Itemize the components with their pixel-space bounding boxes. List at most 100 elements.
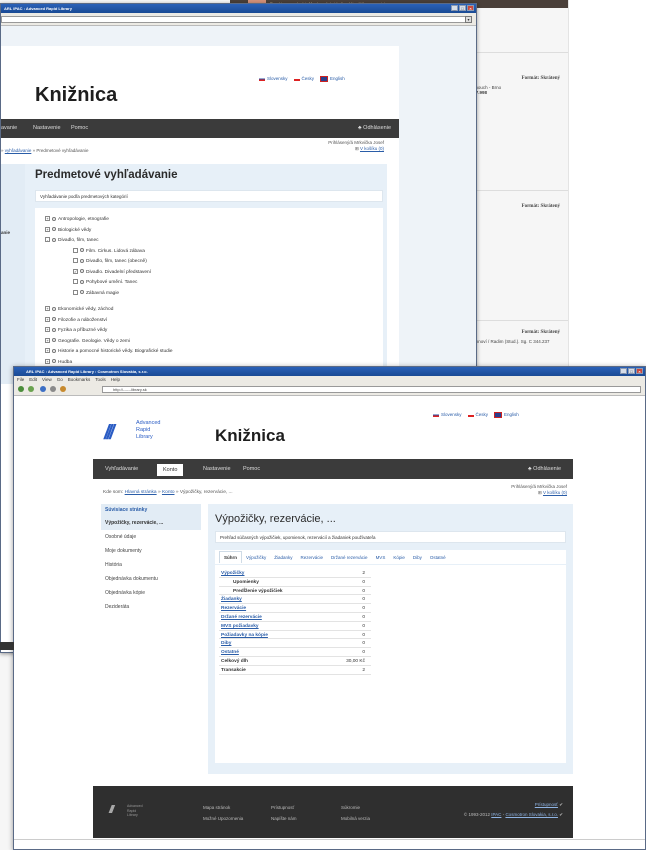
tree-checkbox[interactable]: -: [45, 237, 50, 242]
home-icon[interactable]: [60, 386, 66, 392]
sidebar-item-loans[interactable]: Výpožičky, rezervácie, ...: [101, 516, 201, 530]
footer-link-privacy[interactable]: Súkromie: [341, 802, 370, 813]
lang-english[interactable]: English: [320, 76, 345, 82]
window-titlebar[interactable]: ARL IPAC : Advanced Rapid Library _ □ ×: [1, 4, 476, 13]
lang-slovensky[interactable]: Slovensky: [259, 76, 288, 82]
menu-item-view[interactable]: View: [42, 376, 52, 384]
address-field[interactable]: http://------library.sk: [102, 386, 641, 393]
tree-checkbox[interactable]: +: [45, 348, 50, 353]
window-titlebar[interactable]: ARL IPAC : Advanced Rapid Library : Cosm…: [14, 367, 645, 376]
footer-ipac-link[interactable]: IPAC: [491, 812, 501, 817]
nav-settings[interactable]: Nastavenie: [203, 466, 231, 472]
tree-checkbox[interactable]: +: [45, 306, 50, 311]
stop-icon[interactable]: [50, 386, 56, 392]
row-label[interactable]: Ostatné: [221, 650, 239, 655]
minimize-button[interactable]: _: [620, 368, 627, 374]
magnifier-icon[interactable]: [52, 359, 56, 363]
logout-button[interactable]: ♣ Odhlásenie: [528, 466, 561, 472]
sidebar-item-selected[interactable]: anie: [1, 230, 10, 235]
sidebar-item-order-copy[interactable]: Objednávka kópie: [101, 586, 201, 600]
tree-checkbox[interactable]: +: [45, 327, 50, 332]
lang-english[interactable]: English: [494, 412, 519, 418]
nav-search[interactable]: Vyhľadávanie: [105, 466, 138, 472]
tree-item[interactable]: Divadlo, film, tanec (obecně): [73, 258, 147, 264]
maximize-button[interactable]: □: [628, 368, 635, 374]
tree-checkbox[interactable]: +: [45, 316, 50, 322]
footer-link-contact[interactable]: Napíšte nám: [271, 813, 297, 824]
close-button[interactable]: ×: [467, 5, 474, 11]
tree-item[interactable]: + Hudba: [45, 358, 72, 364]
tree-checkbox[interactable]: [73, 258, 78, 263]
footer-accessibility-link[interactable]: Prístupnosť ✔: [535, 802, 563, 808]
magnifier-icon[interactable]: [52, 237, 56, 242]
dropdown-icon[interactable]: ▾: [465, 16, 472, 23]
tab-5[interactable]: MVS: [372, 552, 390, 563]
lang-slovensky[interactable]: Slovensky: [433, 412, 462, 418]
footer-link-notifications[interactable]: Možné Upozornenia: [203, 813, 243, 824]
row-label[interactable]: Požiadavky na kópie: [221, 633, 268, 638]
magnifier-icon[interactable]: [52, 348, 56, 353]
basket-link[interactable]: V košíku (0): [543, 490, 567, 495]
nav-help[interactable]: Pomoc: [243, 466, 260, 472]
close-button[interactable]: ×: [636, 368, 643, 374]
footer-cosmotron-link[interactable]: Cosmotron Slovakia, s.r.o.: [505, 812, 558, 817]
row-label[interactable]: MVS požiadavky: [221, 624, 259, 629]
magnifier-icon[interactable]: [52, 306, 56, 311]
magnifier-icon[interactable]: [80, 279, 84, 284]
magnifier-icon[interactable]: [52, 317, 56, 321]
magnifier-icon[interactable]: [80, 290, 84, 294]
breadcrumb-home[interactable]: Hlavná stránka: [125, 490, 157, 495]
minimize-button[interactable]: _: [451, 5, 458, 11]
tree-item[interactable]: + Geografie. Geologie. Vědy o zemi: [45, 337, 130, 343]
magnifier-icon[interactable]: [80, 258, 84, 263]
reload-icon[interactable]: [40, 386, 46, 392]
tab-6[interactable]: Kópie: [389, 552, 409, 563]
tree-checkbox[interactable]: +: [45, 226, 50, 232]
tree-checkbox[interactable]: +: [45, 358, 50, 364]
tree-item[interactable]: - Divadlo, film, tanec: [45, 237, 99, 243]
lang-cesky[interactable]: Česky: [468, 412, 489, 418]
tab-2[interactable]: Žiadanky: [270, 552, 296, 563]
tree-checkbox[interactable]: [73, 247, 78, 253]
magnifier-icon[interactable]: [52, 338, 56, 342]
back-icon[interactable]: [18, 386, 24, 392]
tree-checkbox[interactable]: ✓: [73, 268, 78, 274]
nav-search[interactable]: avanie: [1, 125, 17, 131]
tab-7[interactable]: Diby: [409, 552, 426, 563]
menu-item-go[interactable]: Go: [57, 376, 63, 384]
magnifier-icon[interactable]: [52, 327, 56, 332]
sidebar-item-order-document[interactable]: Objednávka dokumentu: [101, 572, 201, 586]
tree-checkbox[interactable]: +: [45, 337, 50, 343]
tab-4[interactable]: Držané rezervácie: [327, 552, 372, 563]
row-label[interactable]: Výpožičky: [221, 571, 244, 576]
sidebar-item-personal[interactable]: Osobné údaje: [101, 530, 201, 544]
nav-settings[interactable]: Nastavenie: [33, 125, 61, 131]
magnifier-icon[interactable]: [80, 248, 84, 252]
menu-item-bookmarks[interactable]: Bookmarks: [68, 376, 91, 384]
footer-link-mobile[interactable]: Mobilná verzia: [341, 813, 370, 824]
forward-icon[interactable]: [28, 386, 34, 392]
tree-item[interactable]: + Filozofie a náboženství: [45, 316, 107, 322]
tree-item[interactable]: Film. Cirkus. Lidová zábava: [73, 247, 145, 253]
row-label[interactable]: Držané rezervácie: [221, 615, 262, 620]
menu-item-help[interactable]: Help: [111, 376, 120, 384]
sidebar-item-desiderata[interactable]: Dezideráta: [101, 600, 201, 614]
address-field[interactable]: [1, 16, 472, 23]
tab-3[interactable]: Rezervácie: [297, 552, 328, 563]
sidebar-item-documents[interactable]: Moje dokumenty: [101, 544, 201, 558]
row-label[interactable]: Diby: [221, 641, 231, 646]
magnifier-icon[interactable]: [80, 269, 84, 273]
tab-8[interactable]: Ostatné: [426, 552, 450, 563]
lang-cesky[interactable]: Česky: [294, 76, 315, 82]
tree-item[interactable]: Pohybové umění. Tanec: [73, 279, 137, 285]
sidebar-item-history[interactable]: História: [101, 558, 201, 572]
tree-item[interactable]: + Biologické vědy: [45, 226, 91, 232]
logout-button[interactable]: ♣ Odhlásenie: [358, 125, 391, 131]
tree-item[interactable]: + Fyzika a příbuzné vědy: [45, 327, 107, 333]
menu-item-file[interactable]: File: [17, 376, 24, 384]
nav-account[interactable]: Konto: [157, 464, 184, 476]
tree-checkbox[interactable]: [73, 279, 78, 284]
menu-item-tools[interactable]: Tools: [95, 376, 106, 384]
footer-logo-mark[interactable]: ///: [109, 804, 114, 816]
breadcrumb-account[interactable]: Konto: [162, 490, 175, 495]
